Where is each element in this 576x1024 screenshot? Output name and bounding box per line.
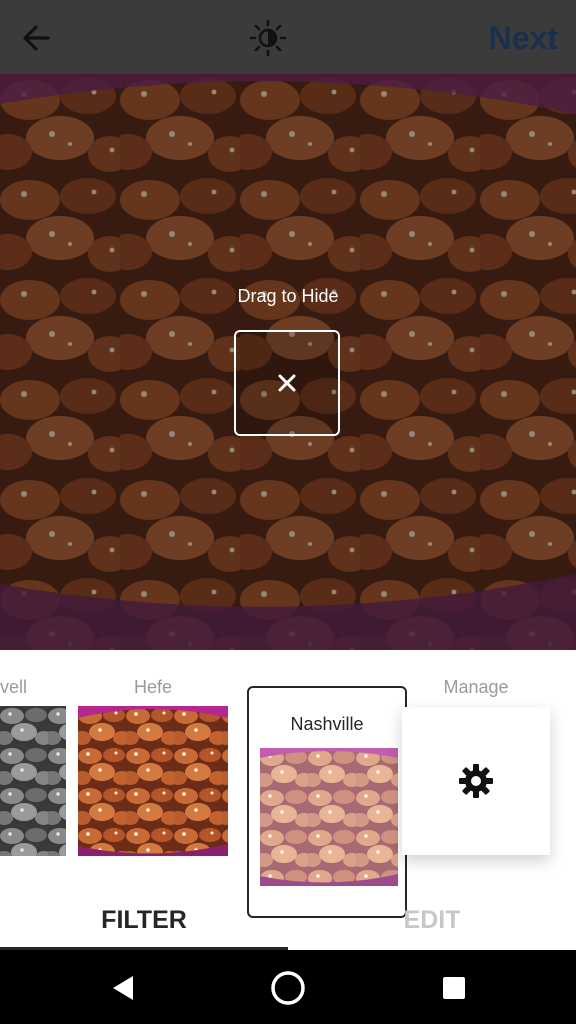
gear-icon xyxy=(459,764,493,798)
back-triangle-icon xyxy=(113,976,133,1000)
system-recents-button[interactable] xyxy=(436,970,472,1006)
system-home-button[interactable] xyxy=(270,970,306,1006)
filter-label-willow: vell xyxy=(0,677,28,697)
lux-button[interactable] xyxy=(248,18,288,58)
drag-to-hide-label: Drag to Hide xyxy=(237,286,339,306)
tab-filter[interactable]: FILTER xyxy=(0,900,288,940)
filter-nashville-selected[interactable]: Nashville xyxy=(247,686,407,918)
filter-label-manage: Manage xyxy=(443,677,509,697)
filter-thumb-image xyxy=(260,748,398,886)
filter-thumb-willow[interactable] xyxy=(0,706,66,856)
close-icon xyxy=(278,374,296,392)
lux-brightness-icon xyxy=(249,19,287,57)
recents-square-icon xyxy=(443,977,465,999)
next-button[interactable]: Next xyxy=(489,16,558,60)
manage-filters-tile[interactable] xyxy=(402,707,550,855)
system-back-button[interactable] xyxy=(106,970,142,1006)
hide-drop-zone[interactable] xyxy=(234,330,340,436)
filter-thumb-image xyxy=(78,706,228,856)
filter-thumb-hefe[interactable] xyxy=(78,706,228,856)
back-arrow-icon xyxy=(23,25,50,51)
tab-edit[interactable]: EDIT xyxy=(288,900,576,940)
top-bar: Next xyxy=(0,0,576,74)
back-button[interactable] xyxy=(18,20,58,56)
home-circle-icon xyxy=(271,971,305,1005)
filter-thumb-image xyxy=(0,706,66,856)
filter-thumb-nashville xyxy=(260,748,398,886)
filter-label-hefe: Hefe xyxy=(133,677,173,697)
system-nav-bar xyxy=(0,950,576,1024)
filter-label-nashville: Nashville xyxy=(290,714,364,734)
